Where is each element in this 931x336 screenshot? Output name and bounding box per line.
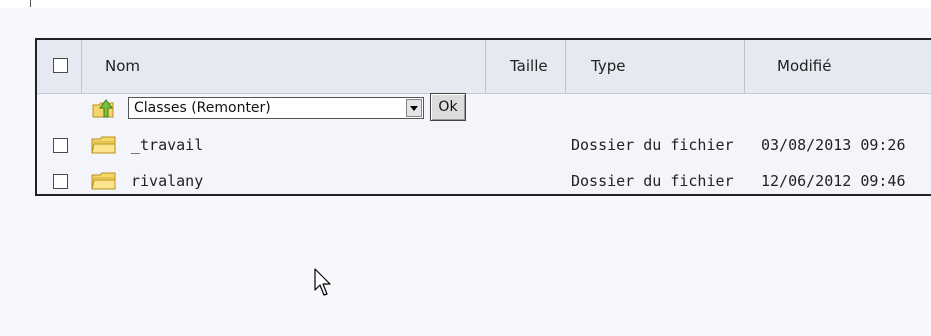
- file-name[interactable]: rivalany: [131, 163, 203, 199]
- file-modified: 03/08/2013 09:26: [761, 136, 906, 154]
- row-checkbox[interactable]: [53, 174, 68, 189]
- ok-button[interactable]: Ok: [430, 93, 466, 121]
- file-type: Dossier du fichier: [571, 172, 734, 190]
- column-header-name[interactable]: Nom: [81, 40, 486, 93]
- column-header-size[interactable]: Taille: [486, 40, 566, 93]
- table-row[interactable]: _travail Dossier du fichier 03/08/2013 0…: [37, 127, 931, 163]
- folder-navigation-row: Classes (Remonter) Ok: [37, 93, 931, 123]
- table-header: Nom Taille Type Modifié: [37, 40, 931, 94]
- file-modified: 12/06/2012 09:46: [761, 172, 906, 190]
- file-type: Dossier du fichier: [571, 136, 734, 154]
- folder-up-icon[interactable]: [91, 97, 117, 119]
- table-row[interactable]: rivalany Dossier du fichier 12/06/2012 0…: [37, 163, 931, 199]
- column-header-name-label: Nom: [105, 57, 141, 75]
- column-header-modified-label: Modifié: [777, 57, 832, 75]
- column-header-modified[interactable]: Modifié: [745, 40, 931, 93]
- corner-mark: [30, 0, 41, 7]
- file-browser-panel: Nom Taille Type Modifié Classes (Remonte…: [35, 38, 931, 196]
- column-header-type-label: Type: [591, 57, 626, 75]
- folder-select[interactable]: Classes (Remonter): [128, 97, 424, 119]
- header-select-cell: [37, 40, 82, 93]
- folder-icon: [91, 136, 116, 154]
- column-header-size-label: Taille: [510, 57, 548, 75]
- file-name[interactable]: _travail: [131, 127, 203, 163]
- dropdown-arrow-icon[interactable]: [406, 99, 422, 117]
- row-checkbox[interactable]: [53, 138, 68, 153]
- column-header-type[interactable]: Type: [566, 40, 745, 93]
- select-all-checkbox[interactable]: [53, 58, 68, 73]
- folder-select-value: Classes (Remonter): [134, 100, 271, 116]
- mouse-cursor-icon: [314, 268, 331, 296]
- folder-icon: [91, 172, 116, 190]
